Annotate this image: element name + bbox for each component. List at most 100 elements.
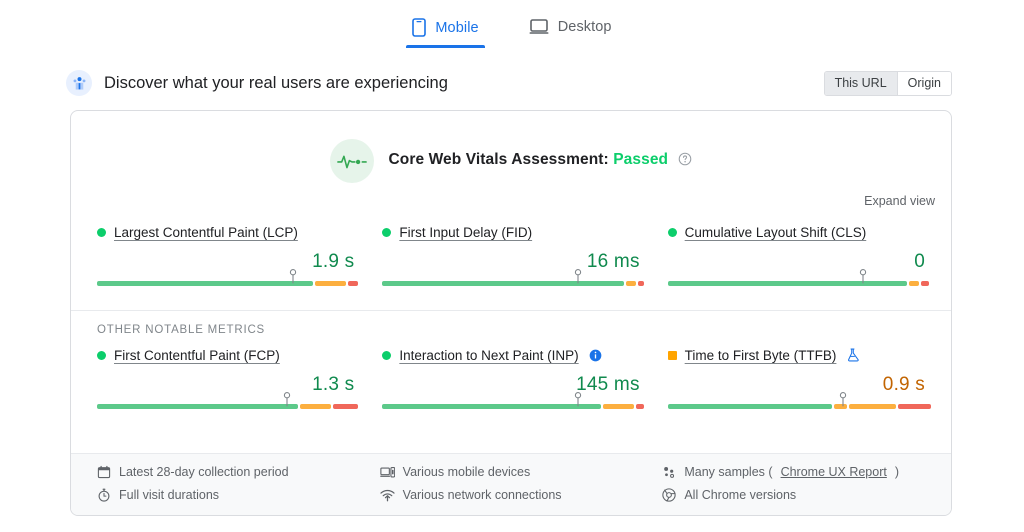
- footer-item-label: Various mobile devices: [403, 465, 531, 479]
- tab-desktop[interactable]: Desktop: [523, 14, 618, 46]
- metric-bar-fcp: [97, 397, 354, 411]
- info-circle-icon[interactable]: [589, 349, 602, 362]
- expand-view-link[interactable]: Expand view: [864, 194, 935, 208]
- footer-item-label: All Chrome versions: [684, 488, 796, 502]
- bar-segment-red: [921, 281, 929, 286]
- other-metrics-heading: OTHER NOTABLE METRICS: [71, 311, 951, 336]
- metric-status-square-ttfb: [668, 351, 677, 360]
- metric-bar-ttfb: [668, 397, 925, 411]
- metric-bar-track: [97, 404, 354, 409]
- page-title: Discover what your real users are experi…: [104, 74, 448, 93]
- percentile-marker-fcp: [284, 392, 291, 407]
- device-tab-bar: Mobile Desktop: [0, 0, 1024, 48]
- metric-label-row: Time to First Byte (TTFB): [668, 345, 925, 365]
- metric-name-fcp[interactable]: First Contentful Paint (FCP): [114, 348, 280, 363]
- metric-name-lcp[interactable]: Largest Contentful Paint (LCP): [114, 225, 298, 240]
- samples-dots-icon: [662, 466, 676, 479]
- metric-status-dot-cls: [668, 228, 677, 237]
- metric-value-ttfb: 0.9 s: [668, 374, 925, 396]
- pulse-heartbeat-icon: [330, 139, 374, 183]
- footer-item-label: Various network connections: [403, 488, 562, 502]
- metric-bar-track: [97, 281, 354, 286]
- metric-name-fid[interactable]: First Input Delay (FID): [399, 225, 532, 240]
- bar-segment-green: [668, 404, 833, 409]
- footer-column-3: Many samples ( Chrome UX Report) All Chrom…: [662, 465, 933, 503]
- footer-item: Many samples ( Chrome UX Report): [662, 465, 933, 479]
- bar-segment-green: [382, 404, 601, 409]
- cwv-status-badge: Passed: [613, 151, 668, 168]
- field-data-card: Core Web Vitals Assessment: Passed Expan…: [70, 110, 952, 516]
- footer-item-label: Latest 28-day collection period: [119, 465, 289, 479]
- bar-segment-orange: [603, 404, 634, 409]
- metric-label-row: Largest Contentful Paint (LCP): [97, 222, 354, 242]
- bar-segment-orange: [315, 281, 346, 286]
- footer-item-label-after: ): [895, 465, 899, 479]
- bar-segment-red: [333, 404, 359, 409]
- footer-item-label: Many samples (: [684, 465, 772, 479]
- tab-desktop-label: Desktop: [558, 19, 612, 35]
- tab-mobile[interactable]: Mobile: [406, 14, 484, 48]
- cwv-title-text: Core Web Vitals Assessment:: [388, 151, 613, 168]
- metric-bar-inp: [382, 397, 639, 411]
- metric-bar-fid: [382, 274, 639, 288]
- metric-name-cls[interactable]: Cumulative Layout Shift (CLS): [685, 225, 867, 240]
- metric-value-inp: 145 ms: [382, 374, 639, 396]
- chrome-ux-report-link[interactable]: Chrome UX Report: [781, 465, 887, 479]
- metric-status-dot-fcp: [97, 351, 106, 360]
- tab-mobile-label: Mobile: [435, 20, 478, 36]
- percentile-marker-inp: [574, 392, 581, 407]
- footer-item: Latest 28-day collection period: [97, 465, 368, 479]
- percentile-marker-ttfb: [839, 392, 846, 407]
- metric-value-fid: 16 ms: [382, 251, 639, 273]
- metric-fid: First Input Delay (FID) 16 ms: [374, 222, 647, 288]
- metric-value-fcp: 1.3 s: [97, 374, 354, 396]
- metric-bar-track: [382, 281, 639, 286]
- footer-column-1: Latest 28-day collection period Full visi…: [97, 465, 368, 503]
- this-url-toggle[interactable]: This URL: [825, 72, 897, 95]
- metric-label-row: First Contentful Paint (FCP): [97, 345, 354, 365]
- bar-segment-orange: [909, 281, 919, 286]
- metric-fcp: First Contentful Paint (FCP) 1.3 s: [89, 345, 362, 411]
- metric-bar-track: [668, 404, 925, 409]
- percentile-marker-cls: [860, 269, 867, 284]
- bar-segment-orange: [626, 281, 636, 286]
- devices-icon: [380, 466, 395, 479]
- chrome-icon: [662, 488, 676, 502]
- percentile-marker-lcp: [289, 269, 296, 284]
- mobile-phone-icon: [412, 18, 426, 37]
- cwv-assessment-header: Core Web Vitals Assessment: Passed: [71, 111, 951, 183]
- metric-label-row: First Input Delay (FID): [382, 222, 639, 242]
- percentile-marker-fid: [574, 269, 581, 284]
- bar-segment-red: [638, 281, 643, 286]
- experiment-flask-icon[interactable]: [846, 348, 859, 362]
- metric-lcp: Largest Contentful Paint (LCP) 1.9 s: [89, 222, 362, 288]
- metric-cls: Cumulative Layout Shift (CLS) 0: [660, 222, 933, 288]
- stopwatch-icon: [97, 488, 111, 502]
- other-notable-metrics: First Contentful Paint (FCP) 1.3 s Interac…: [71, 336, 951, 411]
- metric-name-inp[interactable]: Interaction to Next Paint (INP): [399, 348, 578, 363]
- metric-ttfb: Time to First Byte (TTFB) 0.9 s: [660, 345, 933, 411]
- footer-item-label: Full visit durations: [119, 488, 219, 502]
- footer-column-2: Various mobile devices Various network co…: [380, 465, 651, 503]
- core-web-vitals-metrics: Largest Contentful Paint (LCP) 1.9 s First…: [71, 208, 951, 288]
- metric-label-row: Interaction to Next Paint (INP): [382, 345, 639, 365]
- footer-item: Various network connections: [380, 488, 651, 502]
- metric-value-cls: 0: [668, 251, 925, 273]
- help-circle-icon[interactable]: [678, 152, 692, 171]
- bar-segment-orange: [300, 404, 331, 409]
- bar-segment-green: [97, 281, 313, 286]
- bar-segment-red: [898, 404, 931, 409]
- metric-label-row: Cumulative Layout Shift (CLS): [668, 222, 925, 242]
- bar-segment-green: [382, 281, 624, 286]
- cwv-assessment-title: Core Web Vitals Assessment: Passed: [388, 151, 691, 171]
- metric-name-ttfb[interactable]: Time to First Byte (TTFB): [685, 348, 837, 363]
- origin-toggle[interactable]: Origin: [897, 72, 951, 95]
- bar-segment-red: [348, 281, 358, 286]
- bar-segment-green: [668, 281, 907, 286]
- metric-value-lcp: 1.9 s: [97, 251, 354, 273]
- footer-item: All Chrome versions: [662, 488, 933, 502]
- footer-item: Various mobile devices: [380, 465, 651, 479]
- scope-toggle-group: This URL Origin: [824, 71, 952, 96]
- metric-status-dot-inp: [382, 351, 391, 360]
- metric-bar-track: [382, 404, 639, 409]
